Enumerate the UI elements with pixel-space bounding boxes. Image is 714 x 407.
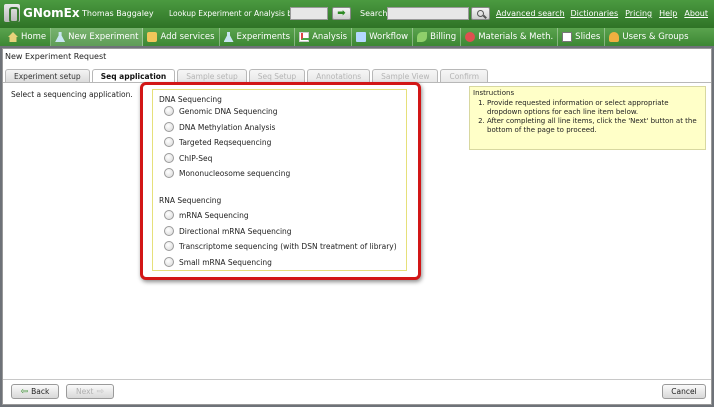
lookup-label: Lookup Experiment or Analysis by # — [169, 9, 306, 18]
gnomex-logo-icon — [4, 4, 20, 23]
tab-confirm: Confirm — [440, 69, 489, 82]
dictionaries-link[interactable]: Dictionaries — [571, 9, 619, 18]
nav-slides[interactable]: Slides — [558, 28, 606, 46]
user-name: Thomas Baggaley — [82, 9, 154, 18]
flask-icon — [223, 32, 234, 42]
lookup-go-button[interactable]: ➡ — [332, 7, 351, 20]
footer-divider — [3, 379, 711, 380]
about-link[interactable]: About — [684, 9, 708, 18]
tab-sample-view: Sample View — [372, 69, 439, 82]
top-links: Dictionaries Pricing Help About — [571, 9, 708, 18]
cancel-button[interactable]: Cancel — [662, 384, 706, 399]
tab-seq-application[interactable]: Seq application — [91, 69, 176, 83]
users-icon — [609, 32, 620, 42]
tab-annotations: Annotations — [307, 69, 371, 82]
search-icon[interactable] — [471, 7, 490, 20]
radio-option[interactable]: Targeted Reqsequencing — [164, 137, 271, 147]
search-label: Search — [360, 9, 388, 18]
radio-button[interactable] — [164, 153, 174, 163]
pricing-link[interactable]: Pricing — [625, 9, 652, 18]
tab-seq-setup: Seq Setup — [248, 69, 306, 82]
advanced-search-link[interactable]: Advanced search — [496, 9, 565, 18]
nav-billing[interactable]: Billing — [413, 28, 462, 46]
radio-option[interactable]: DNA Methylation Analysis — [164, 122, 275, 132]
radio-option[interactable]: Directional mRNA Sequencing — [164, 226, 292, 236]
page-title: New Experiment Request — [5, 52, 107, 61]
app-name: GNomEx — [23, 6, 80, 20]
nav-home[interactable]: Home — [4, 28, 52, 46]
radio-button[interactable] — [164, 241, 174, 251]
workflow-icon — [356, 32, 367, 42]
nav-add-services[interactable]: Add services — [143, 28, 220, 46]
tab-sample-setup: Sample setup — [177, 69, 247, 82]
add-services-icon — [147, 32, 158, 42]
radio-button[interactable] — [164, 137, 174, 147]
arrow-right-icon: ⇨ — [96, 386, 105, 397]
tab-experiment-setup[interactable]: Experiment setup — [5, 69, 90, 82]
rna-group-title: RNA Sequencing — [159, 196, 222, 205]
select-prompt: Select a sequencing application. — [11, 90, 133, 99]
top-header: GNomEx Thomas Baggaley Lookup Experiment… — [0, 0, 714, 28]
radio-button[interactable] — [164, 168, 174, 178]
arrow-left-icon: ⇦ — [20, 386, 29, 397]
nav-workflow[interactable]: Workflow — [352, 28, 414, 46]
main-nav: Home New Experiment Add services Experim… — [0, 28, 714, 46]
radio-button[interactable] — [164, 210, 174, 220]
dna-group-title: DNA Sequencing — [159, 95, 222, 104]
lookup-input[interactable] — [290, 7, 328, 20]
radio-option[interactable]: Transcriptome sequencing (with DSN treat… — [164, 241, 397, 251]
instruction-step: After completing all line items, click t… — [487, 117, 702, 135]
nav-experiments[interactable]: Experiments — [220, 28, 296, 46]
radio-option[interactable]: Genomic DNA Sequencing — [164, 106, 278, 116]
nav-new-experiment[interactable]: New Experiment — [51, 28, 144, 46]
nav-materials[interactable]: Materials & Meth. — [461, 28, 559, 46]
radio-option[interactable]: Small mRNA Sequencing — [164, 257, 272, 267]
radio-button[interactable] — [164, 122, 174, 132]
search-input[interactable] — [387, 7, 469, 20]
instructions-list: Provide requested information or select … — [487, 99, 702, 135]
content-panel: New Experiment Request Experiment setup … — [2, 48, 712, 405]
chart-icon — [299, 32, 310, 42]
app-logo: GNomEx — [4, 4, 80, 23]
home-icon — [8, 32, 18, 42]
instructions-title: Instructions — [473, 89, 515, 97]
slides-icon — [562, 32, 573, 42]
radio-button[interactable] — [164, 106, 174, 116]
flask-icon — [55, 32, 66, 42]
wizard-tabs: Experiment setup Seq application Sample … — [5, 69, 489, 83]
materials-icon — [465, 32, 476, 42]
instructions-box: Instructions Provide requested informati… — [469, 86, 706, 150]
back-button[interactable]: ⇦ Back — [11, 384, 59, 399]
instruction-step: Provide requested information or select … — [487, 99, 702, 117]
next-button[interactable]: Next ⇨ — [66, 384, 114, 399]
nav-users-groups[interactable]: Users & Groups — [605, 28, 692, 46]
radio-option[interactable]: Mononucleosome sequencing — [164, 168, 290, 178]
seq-application-panel: DNA Sequencing Genomic DNA Sequencing DN… — [140, 82, 421, 280]
radio-option[interactable]: ChIP-Seq — [164, 153, 212, 163]
radio-option[interactable]: mRNA Sequencing — [164, 210, 249, 220]
radio-button[interactable] — [164, 226, 174, 236]
seq-application-list: DNA Sequencing Genomic DNA Sequencing DN… — [152, 89, 407, 271]
nav-analysis[interactable]: Analysis — [295, 28, 353, 46]
radio-button[interactable] — [164, 257, 174, 267]
billing-icon — [417, 32, 428, 42]
help-link[interactable]: Help — [659, 9, 677, 18]
